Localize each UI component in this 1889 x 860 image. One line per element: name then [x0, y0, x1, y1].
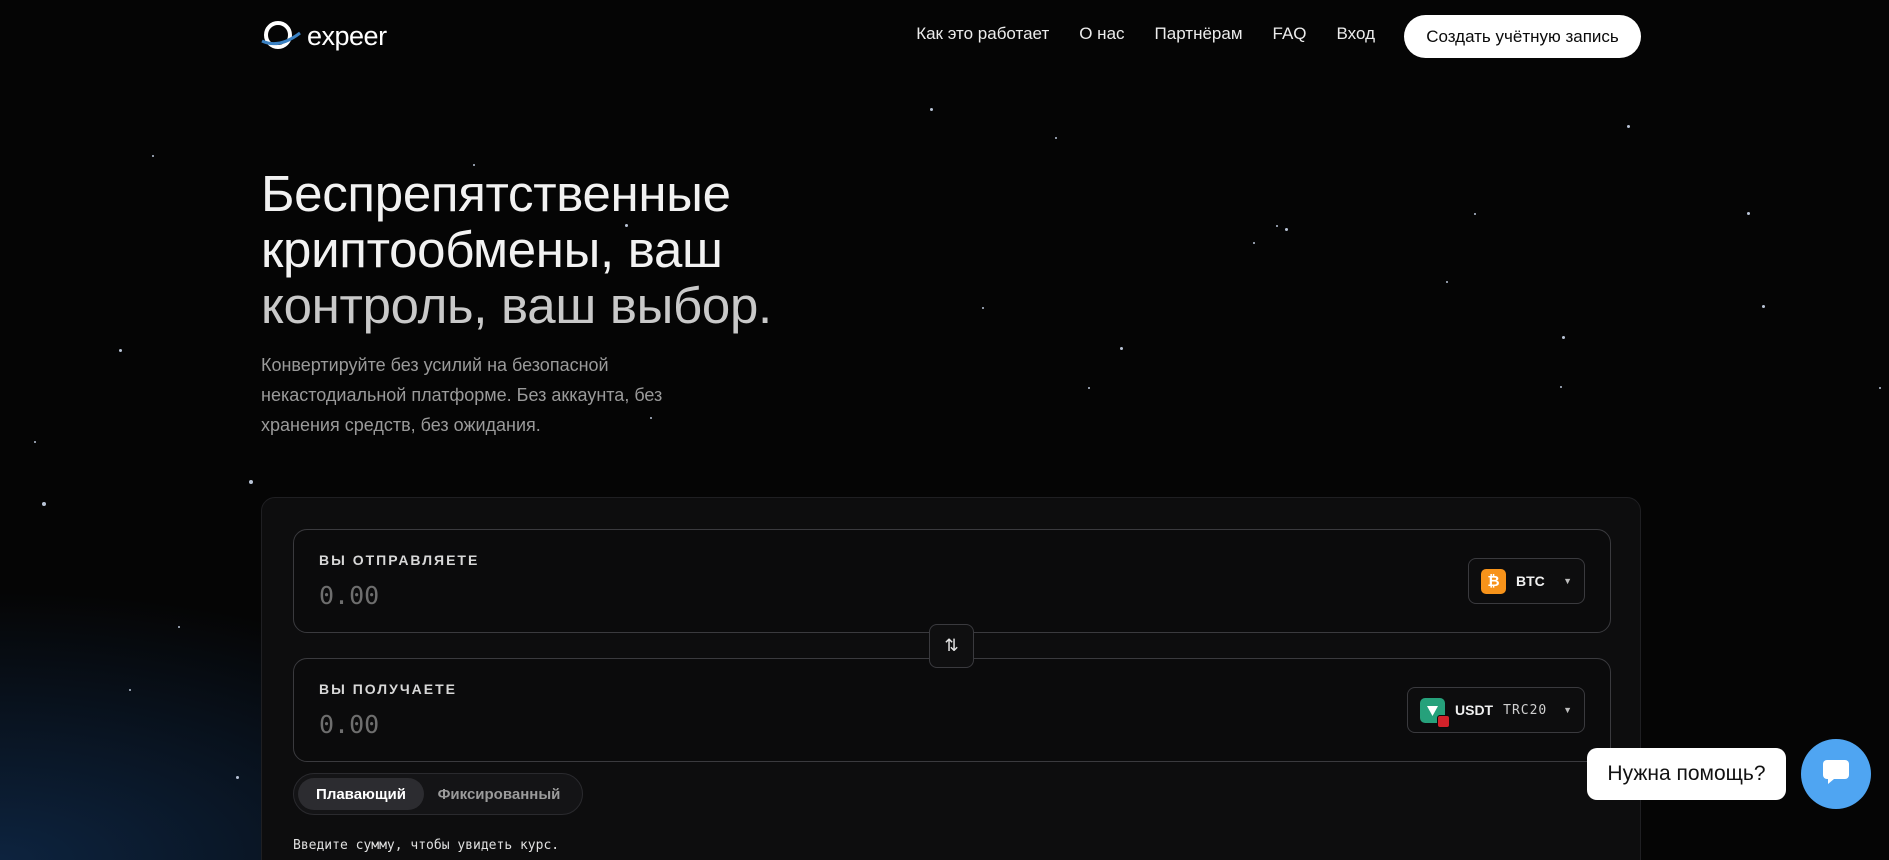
receive-amount-input[interactable]: [319, 706, 819, 742]
hero-title: Беспрепятственные криптообмены, ваш конт…: [261, 166, 861, 334]
star: [1627, 125, 1630, 128]
hero-title-line-2: криптообмены, ваш: [261, 221, 723, 278]
help-bubble[interactable]: Нужна помощь?: [1587, 748, 1786, 800]
swap-button[interactable]: ⇅: [929, 624, 974, 668]
receive-coin-name: USDT: [1455, 702, 1494, 718]
star: [930, 108, 933, 111]
star: [1088, 387, 1090, 389]
rate-hint: Введите сумму, чтобы увидеть курс.: [293, 838, 560, 853]
nav-faq[interactable]: FAQ: [1273, 24, 1307, 44]
logo-text: expeer: [307, 20, 387, 51]
chat-button[interactable]: [1801, 739, 1871, 809]
star: [1562, 336, 1565, 339]
tron-badge-icon: [1437, 714, 1450, 728]
hero-subtitle: Конвертируйте без усилий на безопасной н…: [261, 355, 663, 435]
send-field: ВЫ ОТПРАВЛЯЕТЕ ₿ BTC ▼: [293, 529, 1611, 633]
star: [34, 441, 36, 443]
create-account-button[interactable]: Создать учётную запись: [1404, 15, 1641, 58]
logo-icon: [261, 19, 301, 53]
nav-partners[interactable]: Партнёрам: [1155, 24, 1243, 44]
send-coin-name: BTC: [1516, 573, 1545, 589]
rate-mode-fixed[interactable]: Фиксированный: [424, 778, 574, 810]
chat-icon: [1822, 759, 1850, 790]
send-coin-select[interactable]: ₿ BTC ▼: [1468, 558, 1585, 604]
exchange-card: ВЫ ОТПРАВЛЯЕТЕ ₿ BTC ▼ ⇅ ВЫ ПОЛУЧАЕТЕ US…: [261, 497, 1641, 860]
star: [42, 502, 46, 506]
star: [1879, 387, 1881, 389]
receive-network: TRC20: [1503, 702, 1548, 718]
send-label: ВЫ ОТПРАВЛЯЕТЕ: [319, 552, 480, 568]
star: [1762, 305, 1765, 308]
star: [152, 155, 154, 157]
star: [982, 307, 984, 309]
star: [1120, 347, 1123, 350]
star: [1055, 137, 1057, 139]
bitcoin-icon: ₿: [1481, 568, 1506, 594]
star: [178, 626, 180, 628]
star: [129, 689, 131, 691]
nav-about[interactable]: О нас: [1079, 24, 1124, 44]
hero-title-line-3: контроль, ваш выбор.: [261, 277, 772, 334]
star: [1560, 386, 1562, 388]
star: [1747, 212, 1750, 215]
star: [1446, 281, 1448, 283]
swap-arrows-icon: ⇅: [944, 636, 959, 655]
star: [1253, 242, 1255, 244]
star: [236, 776, 239, 779]
main-nav: Как это работает О нас Партнёрам FAQ Вхо…: [916, 24, 1375, 44]
logo[interactable]: expeer: [261, 20, 387, 52]
site-header: expeer Как это работает О нас Партнёрам …: [261, 14, 1641, 58]
receive-field: ВЫ ПОЛУЧАЕТЕ USDT TRC20 ▼: [293, 658, 1611, 762]
star: [1276, 225, 1278, 227]
rate-mode-floating[interactable]: Плавающий: [298, 778, 424, 810]
page: expeer Как это работает О нас Партнёрам …: [0, 0, 1889, 860]
star: [119, 349, 122, 352]
star: [249, 480, 253, 484]
nav-how-it-works[interactable]: Как это работает: [916, 24, 1049, 44]
tether-icon: [1420, 697, 1450, 728]
chevron-down-icon: ▼: [1563, 705, 1572, 715]
nav-login[interactable]: Вход: [1337, 24, 1375, 44]
receive-coin-select[interactable]: USDT TRC20 ▼: [1407, 687, 1585, 733]
star: [1474, 213, 1476, 215]
hero-title-line-1: Беспрепятственные: [261, 165, 731, 222]
star: [1285, 228, 1288, 231]
send-amount-input[interactable]: [319, 577, 819, 613]
receive-label: ВЫ ПОЛУЧАЕТЕ: [319, 681, 458, 697]
chevron-down-icon: ▼: [1563, 576, 1572, 586]
rate-mode-toggle: Плавающий Фиксированный: [293, 773, 583, 815]
